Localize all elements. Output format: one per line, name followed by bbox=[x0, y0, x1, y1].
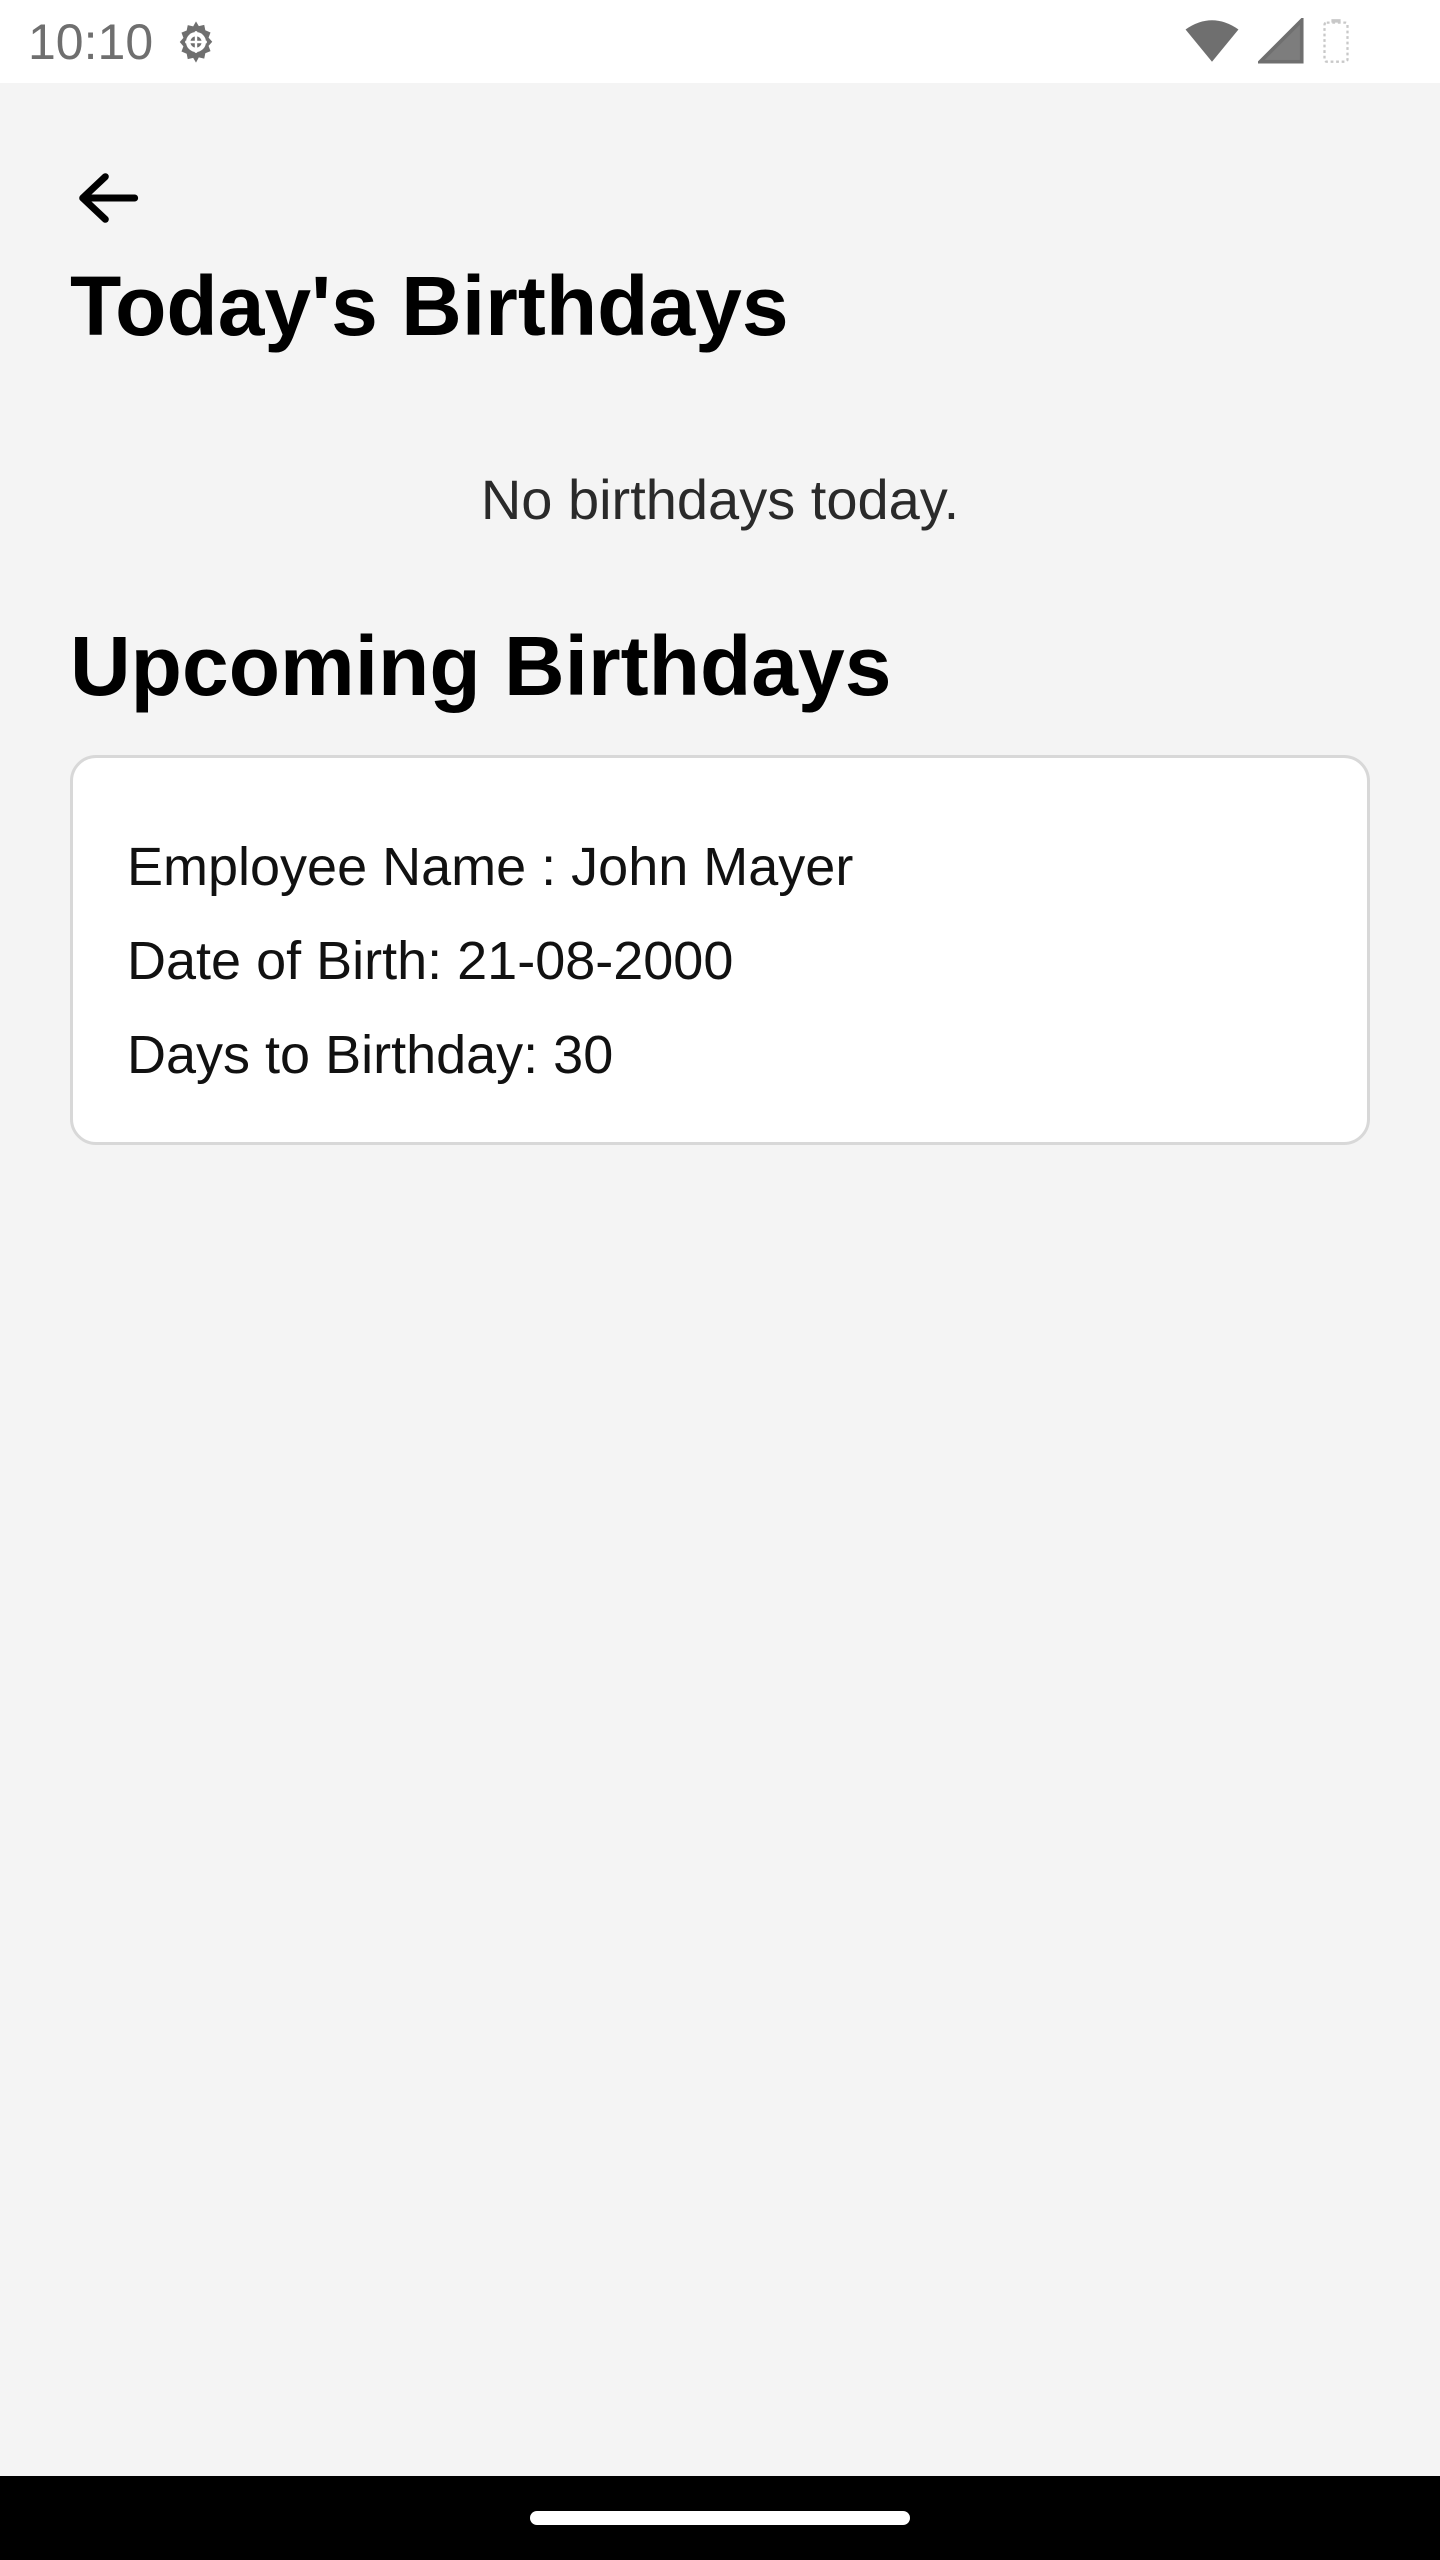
arrow-back-icon bbox=[79, 173, 139, 223]
back-button[interactable] bbox=[62, 156, 154, 240]
date-of-birth: Date of Birth: 21-08-2000 bbox=[127, 931, 734, 991]
employee-name: Employee Name : John Mayer bbox=[127, 837, 854, 897]
status-time: 10:10 bbox=[28, 14, 154, 70]
no-birthdays-message: No birthdays today. bbox=[480, 468, 960, 531]
page-title: Today's Birthdays bbox=[70, 259, 789, 353]
home-gesture-handle[interactable] bbox=[530, 2511, 910, 2525]
wifi-icon bbox=[1185, 20, 1239, 62]
settings-gear-icon bbox=[179, 21, 213, 63]
battery-icon bbox=[1323, 19, 1349, 63]
days-to-birthday: Days to Birthday: 30 bbox=[127, 1025, 614, 1085]
birthday-card: Employee Name : John Mayer Date of Birth… bbox=[70, 755, 1370, 1145]
status-bar: 10:10 bbox=[0, 0, 1440, 83]
cell-signal-icon bbox=[1258, 18, 1304, 64]
upcoming-birthdays-heading: Upcoming Birthdays bbox=[70, 619, 892, 713]
